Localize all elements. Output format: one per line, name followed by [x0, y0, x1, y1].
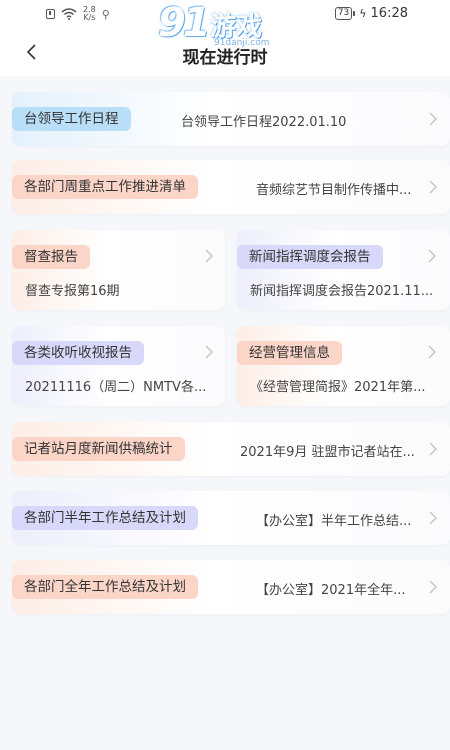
chevron-right-icon [427, 249, 437, 263]
card-desc: 督查专报第16期 [25, 284, 120, 299]
card-tag: 各部门全年工作总结及计划 [12, 575, 198, 599]
card-business-info[interactable]: 经营管理信息 《经营管理简报》2021年第... [237, 326, 450, 406]
chevron-right-icon [428, 180, 438, 194]
card-tag: 各部门半年工作总结及计划 [12, 506, 198, 530]
watermark-url: 91danji.com [214, 38, 270, 48]
chevron-right-icon [428, 580, 438, 594]
watermark-number: 91 [158, 0, 211, 46]
card-tag: 台领导工作日程 [12, 107, 131, 131]
card-fullyear-summary[interactable]: 各部门全年工作总结及计划 【办公室】2021年全年... [12, 560, 450, 614]
card-desc: 音频综艺节目制作传播中... [256, 183, 412, 198]
card-tag: 新闻指挥调度会报告 [237, 245, 383, 269]
card-desc: 20211116（周二）NMTV各... [25, 380, 207, 395]
card-tag: 经营管理信息 [237, 341, 342, 365]
card-tag: 督查报告 [12, 245, 90, 269]
card-tag: 各类收听收视报告 [12, 341, 144, 365]
card-desc: 《经营管理简报》2021年第... [250, 380, 426, 395]
network-speed: 2.8 K/s [83, 6, 96, 22]
wifi-icon [61, 8, 77, 20]
status-right: 73 ϟ 16:28 [334, 6, 408, 21]
card-inspection-report[interactable]: 督查报告 督查专报第16期 [12, 230, 225, 310]
chevron-right-icon [428, 112, 438, 126]
chevron-right-icon [427, 345, 437, 359]
card-desc: 台领导工作日程2022.01.10 [181, 115, 347, 130]
watermark-logo: 91 游戏 91danji.com [158, 0, 298, 52]
card-halfyear-summary[interactable]: 各部门半年工作总结及计划 【办公室】半年工作总结... [12, 491, 450, 545]
card-ratings-report[interactable]: 各类收听收视报告 20211116（周二）NMTV各... [12, 326, 225, 406]
battery-icon: 73 [334, 7, 356, 20]
card-tag: 记者站月度新闻供稿统计 [12, 437, 185, 461]
chevron-right-icon [428, 442, 438, 456]
chevron-right-icon [204, 345, 214, 359]
charging-icon: ϟ [359, 7, 367, 20]
card-desc: 【办公室】2021年全年... [256, 583, 406, 598]
clock: 16:28 [370, 6, 408, 21]
status-left: 2.8 K/s ⚲ [46, 6, 110, 22]
card-weekly-tasks[interactable]: 各部门周重点工作推进清单 音频综艺节目制作传播中... [12, 160, 450, 214]
notification-icon [46, 9, 55, 19]
chevron-right-icon [204, 249, 214, 263]
card-desc: 2021年9月 驻盟市记者站在... [240, 445, 415, 460]
card-news-dispatch[interactable]: 新闻指挥调度会报告 新闻指挥调度会报告2021.11... [237, 230, 450, 310]
card-desc: 【办公室】半年工作总结... [256, 514, 412, 529]
card-tag: 各部门周重点工作推进清单 [12, 175, 198, 199]
chevron-right-icon [428, 511, 438, 525]
card-leader-schedule[interactable]: 台领导工作日程 台领导工作日程2022.01.10 [12, 92, 450, 146]
usb-icon: ⚲ [101, 7, 110, 21]
card-desc: 新闻指挥调度会报告2021.11... [250, 284, 434, 299]
card-reporter-stats[interactable]: 记者站月度新闻供稿统计 2021年9月 驻盟市记者站在... [12, 422, 450, 476]
speed-unit: K/s [83, 13, 96, 22]
